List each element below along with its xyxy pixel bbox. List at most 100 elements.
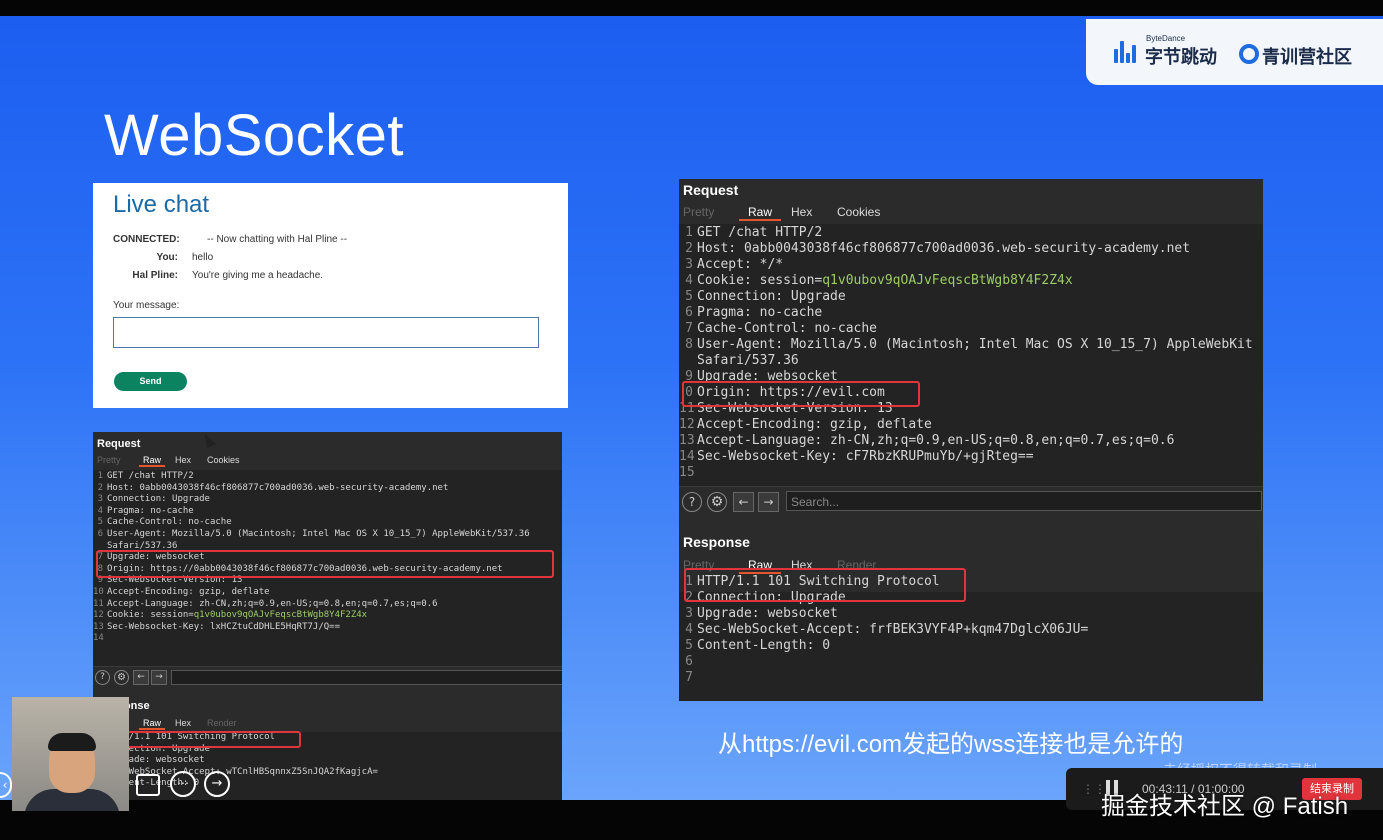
small-status-highlight — [115, 731, 301, 748]
code-line: 3Upgrade: websocket — [679, 606, 1263, 622]
line-number: 14 — [93, 633, 104, 644]
back-arrow-icon[interactable]: ← — [133, 670, 149, 685]
big-status-highlight — [684, 568, 966, 602]
slide-caption: 从https://evil.com发起的wss连接也是允许的 — [718, 731, 1184, 758]
forward-arrow-icon[interactable]: → — [151, 670, 167, 685]
big-search-input[interactable]: Search... — [786, 491, 1262, 511]
line-number: 3 — [685, 606, 693, 621]
code-line: 3Upgrade: websocket — [93, 755, 562, 767]
code-line: 2 Host: 0abb0043038f46cf806877c700ad0036.… — [93, 483, 562, 495]
small-search-input[interactable] — [171, 670, 562, 685]
line-number: 5 — [685, 638, 693, 653]
small-search-bar: ? ⚙ ← → — [93, 666, 562, 689]
code-line: 14 — [93, 633, 562, 645]
gear-icon[interactable]: ⚙ — [114, 670, 129, 685]
more-options-icon[interactable]: ⋯ — [170, 771, 196, 797]
line-number: 2 — [685, 241, 693, 256]
code-text: Accept-Language: zh-CN,zh;q=0.9,en-US;q=… — [697, 433, 1175, 448]
code-text: Content-Length: 0 — [697, 638, 831, 653]
tab-hex[interactable]: Hex — [791, 205, 837, 219]
code-line: 11 Accept-Language: zh-CN,zh;q=0.9,en-US;… — [93, 599, 562, 611]
line-number: 4 — [685, 622, 693, 637]
camera-icon[interactable] — [136, 774, 160, 796]
gear-icon[interactable]: ⚙ — [707, 492, 727, 512]
help-icon[interactable]: ? — [95, 670, 110, 685]
line-number: 4 — [685, 273, 693, 288]
tab-raw[interactable]: Raw — [739, 205, 781, 221]
message-input[interactable] — [113, 317, 539, 348]
code-line: 14 Sec-Websocket-Key: cF7RbzKRUPmuYb/+gjR… — [679, 449, 1263, 465]
small-request-tabs: Pretty Raw Hex Cookies — [97, 455, 240, 467]
top-bar — [0, 0, 1383, 16]
code-text: GET /chat HTTP/2 — [107, 471, 194, 481]
code-line: 3 Accept: */* — [679, 257, 1263, 273]
big-request-editor[interactable]: 1 GET /chat HTTP/2 2 Host: 0abb0043038f46cf… — [679, 224, 1263, 486]
chat-row-text: -- Now chatting with Hal Pline -- — [207, 234, 348, 245]
code-line: Safari/537.36 — [679, 353, 1263, 369]
code-line: 6 Pragma: no-cache — [679, 305, 1263, 321]
code-text: Connection: Upgrade — [107, 494, 210, 505]
slide: ByteDance 字节跳动 青训营社区 WebSocket Live chat… — [0, 16, 1383, 800]
logo-card: ByteDance 字节跳动 青训营社区 — [1086, 19, 1383, 85]
chat-row-who: CONNECTED: — [113, 234, 180, 245]
line-number: 4 — [97, 505, 103, 516]
big-response-title: Response — [683, 534, 750, 550]
bytedance-small-text: ByteDance — [1146, 34, 1186, 43]
code-line: 4 Cookie: session=q1v0ubov9qOAJvFeqscBtWg… — [679, 273, 1263, 289]
code-text: Sec-WebSocket-Accept: frfBEK3VYF4P+kqm47… — [697, 622, 1089, 637]
live-chat-panel: Live chat CONNECTED: -- Now chatting wit… — [93, 183, 568, 408]
line-number: 12 — [93, 610, 104, 621]
tab-hex[interactable]: Hex — [175, 718, 207, 728]
big-origin-highlight — [682, 381, 920, 407]
watermark: 掘金技术社区 @ Fatish — [1101, 793, 1349, 820]
code-line: 2 Host: 0abb0043038f46cf806877c700ad0036.… — [679, 241, 1263, 257]
small-burp-panel: Request Pretty Raw Hex Cookies 1 GET /chat H… — [93, 432, 562, 800]
code-text: Connection: Upgrade — [697, 289, 846, 304]
code-text: GET /chat HTTP/2 — [697, 225, 823, 240]
code-text: Host: 0abb0043038f46cf806877c700ad0036.w… — [107, 482, 449, 493]
tab-raw[interactable]: Raw — [139, 455, 165, 467]
code-text: Cookie: session=q1v0ubov9qOAJvFeqscBtWgb… — [107, 610, 368, 621]
code-text: Accept-Language: zh-CN,zh;q=0.9,en-US;q=… — [107, 598, 438, 609]
code-line: 5Content-Length: 0 — [93, 778, 562, 790]
tab-render[interactable]: Render — [207, 718, 237, 728]
big-response-editor[interactable]: 1 HTTP/1.1 101 Switching Protocol 2 Connect… — [679, 574, 1263, 701]
line-number: 1 — [685, 225, 693, 240]
code-text: Cache-Control: no-cache — [697, 321, 878, 336]
next-arrow-icon[interactable]: → — [204, 771, 230, 797]
bytedance-name: 字节跳动 — [1145, 47, 1217, 67]
line-number: 2 — [97, 482, 103, 493]
code-line: 13 Accept-Language: zh-CN,zh;q=0.9,en-US;… — [679, 433, 1263, 449]
code-line: 4 Sec-WebSocket-Accept: frfBEK3VYF4P+kqm4… — [679, 622, 1263, 638]
send-button[interactable]: Send — [114, 372, 187, 391]
line-number: 13 — [679, 433, 695, 448]
code-text: Pragma: no-cache — [107, 505, 194, 516]
tab-pretty[interactable]: Pretty — [97, 455, 139, 465]
code-text: Pragma: no-cache — [697, 305, 823, 320]
tab-cookies[interactable]: Cookies — [207, 455, 240, 465]
help-icon[interactable]: ? — [682, 492, 702, 512]
code-text: Host: 0abb0043038f46cf806877c700ad0036.w… — [697, 241, 1191, 256]
tab-pretty[interactable]: Pretty — [683, 205, 739, 219]
message-label: Your message: — [113, 300, 180, 311]
code-text: Sec-Websocket-Key: lxHCZtuCdDHLE5HqRT7J/… — [107, 621, 340, 632]
tab-cookies[interactable]: Cookies — [837, 205, 880, 219]
big-request-tabs: Pretty Raw Hex Cookies — [683, 205, 880, 221]
code-text: Sec-Websocket-Key: cF7RbzKRUPmuYb/+gjRte… — [697, 449, 1034, 464]
small-origin-highlight — [96, 550, 554, 578]
code-line: 1 GET /chat HTTP/2 — [679, 225, 1263, 241]
code-line: 1 GET /chat HTTP/2 — [93, 471, 562, 483]
small-request-title: Request — [97, 438, 141, 450]
tab-raw[interactable]: Raw — [139, 718, 165, 730]
tab-hex[interactable]: Hex — [175, 455, 207, 465]
line-number: 5 — [685, 289, 693, 304]
code-line: 6 — [679, 654, 1263, 670]
forward-arrow-icon[interactable]: → — [758, 492, 779, 512]
code-text: Accept-Encoding: gzip, deflate — [697, 417, 932, 432]
back-arrow-icon[interactable]: ← — [733, 492, 754, 512]
line-number: 6 — [685, 654, 693, 669]
line-number: 14 — [679, 449, 695, 464]
big-search-bar: ? ⚙ ← → Search... — [679, 486, 1263, 517]
code-line: 5 Content-Length: 0 — [679, 638, 1263, 654]
line-number: 6 — [685, 305, 693, 320]
